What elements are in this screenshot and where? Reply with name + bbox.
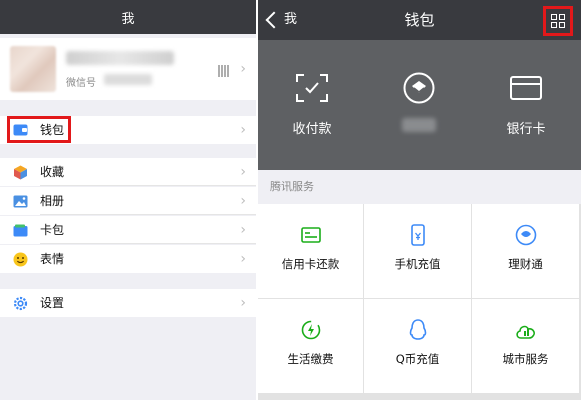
service-label: Q币充值 bbox=[395, 352, 440, 366]
service-city-services[interactable]: 城市服务 bbox=[472, 299, 579, 393]
album-label: 相册 bbox=[40, 194, 65, 208]
banner-item-bank-cards[interactable]: 银行卡 bbox=[476, 70, 576, 137]
card-pack-icon bbox=[13, 223, 28, 237]
divider bbox=[40, 214, 256, 215]
menu-item-album[interactable]: 相册 › bbox=[0, 187, 256, 215]
finance-icon bbox=[472, 224, 579, 246]
menu-item-cards[interactable]: 卡包 › bbox=[0, 216, 256, 244]
banner-item-change[interactable] bbox=[369, 70, 469, 136]
chevron-right-icon: › bbox=[240, 122, 246, 138]
album-icon bbox=[13, 194, 28, 208]
pay-label: 收付款 bbox=[292, 122, 332, 137]
profile-card[interactable]: 微信号 › bbox=[0, 38, 256, 100]
settings-label: 设置 bbox=[40, 296, 65, 310]
divider bbox=[40, 185, 256, 186]
chevron-right-icon: › bbox=[240, 251, 246, 267]
wechat-id-label: 微信号 bbox=[66, 78, 96, 89]
services-grid: 信用卡还款 手机充值 理财通 生活缴费 Q币充值 城市服务 bbox=[258, 204, 581, 400]
service-utility-payment[interactable]: 生活缴费 bbox=[258, 299, 363, 393]
qr-code-icon bbox=[218, 65, 230, 77]
me-header: 我 bbox=[0, 0, 256, 34]
chevron-right-icon: › bbox=[240, 164, 246, 180]
blurred-wechat-id bbox=[104, 74, 152, 85]
divider bbox=[40, 243, 256, 244]
avatar bbox=[10, 46, 56, 92]
blurred-nickname bbox=[66, 51, 174, 65]
qq-penguin-icon bbox=[364, 319, 471, 341]
service-label: 信用卡还款 bbox=[281, 257, 340, 271]
gear-icon bbox=[13, 296, 28, 310]
back-arrow-icon bbox=[265, 11, 283, 29]
bank-cards-label: 银行卡 bbox=[506, 122, 546, 137]
wallet-banner: 收付款 银行卡 bbox=[258, 40, 581, 170]
menu-item-stickers[interactable]: 表情 › bbox=[0, 245, 256, 273]
service-label: 理财通 bbox=[508, 257, 543, 271]
smiley-icon bbox=[13, 252, 28, 266]
chevron-right-icon: › bbox=[240, 222, 246, 238]
menu-item-settings[interactable]: 设置 › bbox=[0, 289, 256, 317]
cards-label: 卡包 bbox=[40, 223, 65, 237]
city-service-icon bbox=[472, 319, 579, 341]
phone-icon bbox=[364, 224, 471, 246]
chevron-right-icon: › bbox=[240, 295, 246, 311]
me-title: 我 bbox=[121, 11, 135, 27]
bank-card-icon bbox=[476, 70, 576, 106]
me-screen: 我 微信号 › 钱包 › 收藏 › 相册 › 卡包 › 表情 › 设置 › bbox=[0, 0, 256, 400]
wallet-title: 钱包 bbox=[404, 11, 435, 29]
service-label: 城市服务 bbox=[502, 352, 549, 366]
scan-pay-icon bbox=[262, 70, 362, 106]
service-phone-topup[interactable]: 手机充值 bbox=[364, 204, 471, 298]
credit-card-icon bbox=[258, 224, 363, 246]
grid-menu-button[interactable] bbox=[543, 6, 573, 36]
grid-icon bbox=[551, 14, 565, 28]
service-wealth-management[interactable]: 理财通 bbox=[472, 204, 579, 298]
favorites-cube-icon bbox=[13, 165, 28, 179]
chevron-right-icon: › bbox=[240, 193, 246, 209]
change-purse-icon bbox=[369, 70, 469, 106]
services-header-label: 腾讯服务 bbox=[270, 180, 314, 193]
blurred-change-label bbox=[369, 118, 469, 136]
menu-item-favorites[interactable]: 收藏 › bbox=[0, 158, 256, 186]
chevron-right-icon: › bbox=[240, 61, 246, 77]
service-label: 手机充值 bbox=[394, 257, 441, 271]
back-label: 我 bbox=[284, 12, 298, 27]
services-section-header: 腾讯服务 bbox=[258, 170, 581, 204]
service-qcoin-topup[interactable]: Q币充值 bbox=[364, 299, 471, 393]
service-credit-card-repayment[interactable]: 信用卡还款 bbox=[258, 204, 363, 298]
screenshot-root: 我 微信号 › 钱包 › 收藏 › 相册 › 卡包 › 表情 › 设置 › 钱包… bbox=[0, 0, 581, 400]
banner-item-pay[interactable]: 收付款 bbox=[262, 70, 362, 137]
stickers-label: 表情 bbox=[40, 252, 65, 266]
favorites-label: 收藏 bbox=[40, 165, 65, 179]
lightning-icon bbox=[258, 319, 363, 341]
back-button[interactable]: 我 bbox=[265, 0, 297, 40]
service-label: 生活缴费 bbox=[287, 352, 334, 366]
wallet-screen: 钱包 我 收付款 银行卡 腾讯服务 信用卡还款 手机充值 理财通 生活缴费 Q币… bbox=[258, 0, 581, 400]
wallet-highlight-box bbox=[7, 116, 71, 143]
wallet-header: 钱包 我 bbox=[258, 0, 581, 40]
